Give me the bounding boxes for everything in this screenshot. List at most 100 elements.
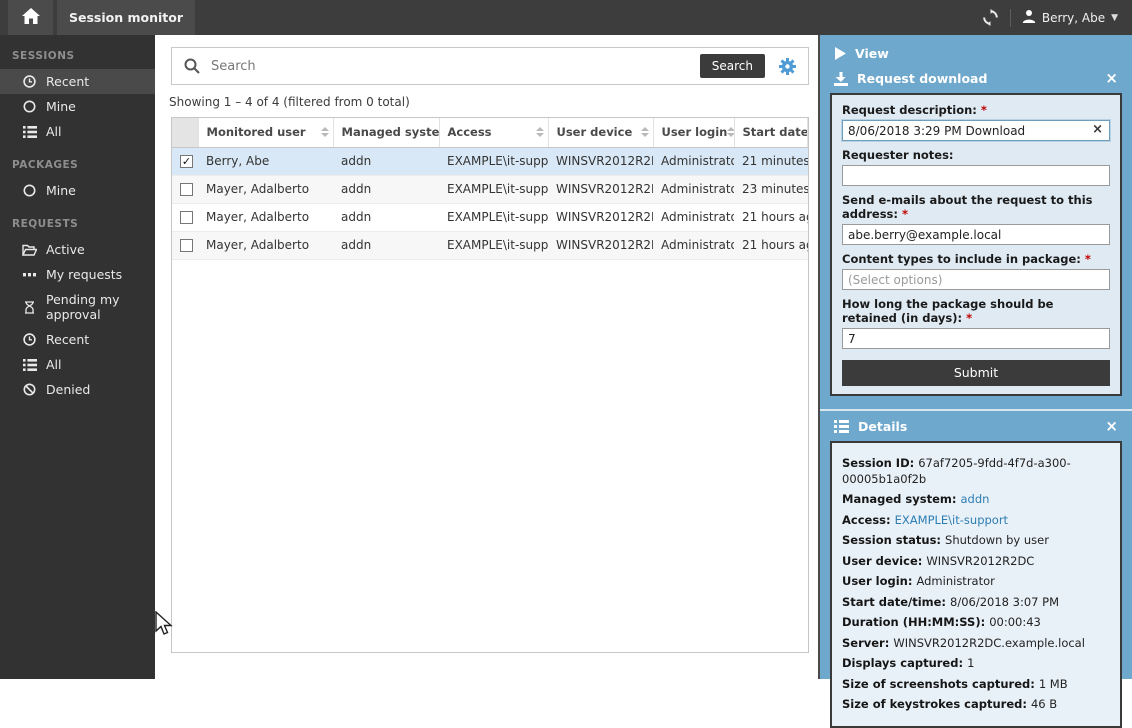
circle-icon [22, 99, 37, 114]
detail-label: Session status: [842, 533, 945, 547]
column-header-managed-system[interactable]: Managed system [333, 118, 439, 147]
detail-value: WINSVR2012R2DC [926, 554, 1034, 568]
close-request-download-icon[interactable]: × [1105, 71, 1118, 86]
sidebar-item-label: My requests [46, 267, 122, 282]
table-row[interactable]: ✓Berry, AbeaddnEXAMPLE\it-supportWINSVR2… [172, 147, 808, 175]
clear-input-icon[interactable]: × [1092, 122, 1103, 137]
gear-icon[interactable] [779, 58, 796, 75]
detail-value: 00:00:43 [989, 615, 1041, 629]
details-title: Details [858, 419, 907, 434]
detail-row-managed-system: Managed system: addn [842, 492, 1110, 508]
home-button[interactable] [8, 0, 53, 35]
table-cell: Administrator [653, 147, 734, 175]
page-title: Session monitor [69, 10, 183, 25]
clock-icon [22, 74, 37, 89]
user-icon [1022, 9, 1036, 26]
search-input[interactable] [209, 58, 700, 75]
field-label-requester-notes: Requester notes: [842, 148, 1110, 162]
row-checkbox[interactable] [180, 239, 193, 252]
table-cell: Administrator [653, 203, 734, 231]
sidebar-item-requests-my-requests[interactable]: My requests [0, 262, 155, 287]
details-list-icon [834, 420, 849, 433]
search-icon [184, 58, 200, 74]
row-checkbox[interactable]: ✓ [180, 155, 193, 168]
sidebar-item-requests-all[interactable]: All [0, 352, 155, 377]
sidebar-item-requests-active[interactable]: Active [0, 237, 155, 262]
request-download-header[interactable]: Request download × [820, 66, 1132, 91]
sidebar-item-requests-recent[interactable]: Recent [0, 327, 155, 352]
detail-value-link[interactable]: EXAMPLE\it-support [895, 513, 1008, 527]
sidebar-item-requests-pending-my-approval[interactable]: Pending my approval [0, 287, 155, 327]
field-input-how-long-the-package-should-be-retained-in-days[interactable] [842, 328, 1110, 349]
detail-value: WINSVR2012R2DC.example.local [893, 636, 1085, 650]
detail-row-displays-captured: Displays captured: 1 [842, 656, 1110, 672]
detail-label: Size of keystrokes captured: [842, 697, 1031, 711]
field-wrap [842, 224, 1110, 245]
field-wrap: × [842, 120, 1110, 141]
sort-icon [536, 127, 544, 137]
table-cell: addn [333, 175, 439, 203]
sidebar-item-sessions-recent[interactable]: Recent [0, 69, 155, 94]
detail-label: User login: [842, 574, 916, 588]
table-cell: addn [333, 231, 439, 259]
table-row[interactable]: Mayer, AdalbertoaddnEXAMPLE\it-supportWI… [172, 231, 808, 259]
column-header-access[interactable]: Access [439, 118, 548, 147]
clock-icon [22, 332, 37, 347]
row-checkbox[interactable] [180, 211, 193, 224]
refresh-button[interactable] [982, 9, 999, 26]
column-header-start-date-time[interactable]: Start date/time [734, 118, 808, 147]
detail-value-link[interactable]: addn [961, 492, 990, 506]
main-content: Search Showing 1 – 4 of 4 (filtered from… [155, 35, 818, 679]
column-header-user-device[interactable]: User device [548, 118, 653, 147]
sessions-table: Monitored userManaged systemAccessUser d… [172, 118, 808, 260]
view-label: View [855, 46, 889, 61]
user-name: Berry, Abe [1042, 11, 1105, 25]
column-label: User login [662, 125, 728, 139]
detail-label: Access: [842, 513, 895, 527]
sidebar-section-title-requests: REQUESTS [0, 203, 155, 237]
request-download-title: Request download [857, 71, 987, 86]
sidebar-item-label: Recent [46, 74, 89, 89]
sidebar-item-label: Mine [46, 183, 76, 198]
sidebar-item-sessions-mine[interactable]: Mine [0, 94, 155, 119]
hourglass-icon [22, 300, 37, 315]
field-wrap [842, 328, 1110, 349]
field-input-request-description[interactable] [842, 120, 1110, 141]
search-box: Search [171, 47, 809, 85]
column-header-user-login[interactable]: User login [653, 118, 734, 147]
submit-button[interactable]: Submit [842, 360, 1110, 386]
play-icon [834, 47, 846, 60]
column-header-monitored-user[interactable]: Monitored user [198, 118, 333, 147]
table-cell: 21 hours ago [734, 203, 808, 231]
field-input-send-e-mails-about-the-request-to-this-address[interactable] [842, 224, 1110, 245]
folder-open-icon [22, 242, 37, 257]
table-cell: 21 minutes ago [734, 147, 808, 175]
table-row[interactable]: Mayer, AdalbertoaddnEXAMPLE\it-supportWI… [172, 175, 808, 203]
table-cell: WINSVR2012R2DC [548, 147, 653, 175]
sidebar-item-sessions-all[interactable]: All [0, 119, 155, 144]
table-row[interactable]: Mayer, AdalbertoaddnEXAMPLE\it-supportWI… [172, 203, 808, 231]
table-cell: Administrator [653, 231, 734, 259]
search-button[interactable]: Search [700, 54, 765, 78]
row-checkbox[interactable] [180, 183, 193, 196]
topbar-right: Berry, Abe ▼ [982, 9, 1132, 27]
detail-row-duration-hh-mm-ss: Duration (HH:MM:SS): 00:00:43 [842, 615, 1110, 631]
detail-label: Start date/time: [842, 595, 950, 609]
detail-row-session-id: Session ID: 67af7205-9fdd-4f7d-a300-0000… [842, 456, 1110, 487]
sidebar-item-requests-denied[interactable]: Denied [0, 377, 155, 402]
view-section-header[interactable]: View [820, 41, 1132, 66]
table-cell: Administrator [653, 175, 734, 203]
table-cell: addn [333, 147, 439, 175]
detail-row-size-of-keystrokes-captured: Size of keystrokes captured: 46 B [842, 697, 1110, 713]
sidebar-item-packages-mine[interactable]: Mine [0, 178, 155, 203]
table-cell: addn [333, 203, 439, 231]
app-tab[interactable]: Session monitor [57, 0, 195, 35]
sort-icon [641, 127, 649, 137]
sort-icon [727, 127, 734, 137]
user-menu[interactable]: Berry, Abe ▼ [1022, 9, 1118, 26]
field-input-requester-notes[interactable] [842, 165, 1110, 186]
details-header[interactable]: Details × [820, 414, 1132, 439]
close-details-icon[interactable]: × [1105, 419, 1118, 434]
sidebar-item-label: Recent [46, 332, 89, 347]
field-input-content-types-to-include-in-package[interactable] [842, 269, 1110, 290]
